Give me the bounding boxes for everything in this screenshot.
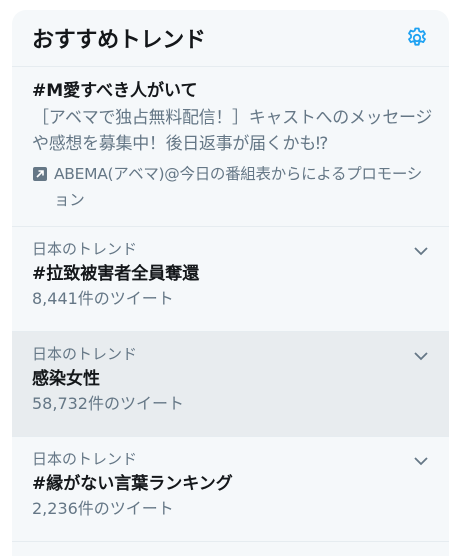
trend-item[interactable]: 日本のトレンド 感染女性 58,732件のツイート bbox=[12, 332, 449, 437]
promoted-trend-title[interactable]: #M愛すべき人がいて bbox=[32, 80, 435, 102]
trend-location: 日本のトレンド bbox=[32, 345, 138, 363]
promoted-icon bbox=[32, 166, 48, 182]
trend-item[interactable]: 日本のトレンド #縁がない言葉ランキング 2,236件のツイート bbox=[12, 437, 449, 542]
promoted-trend[interactable]: #M愛すべき人がいて ［アベマで独占無料配信！］キャストへのメッセージや感想を募… bbox=[12, 67, 449, 227]
trend-tweet-count: 2,236件のツイート bbox=[32, 499, 174, 518]
gear-icon[interactable] bbox=[404, 25, 430, 51]
trends-panel: おすすめトレンド #M愛すべき人がいて ［アベマで独占無料配信！］キャストへのメ… bbox=[12, 10, 449, 556]
trend-tweet-count: 8,441件のツイート bbox=[32, 289, 174, 308]
trends-header: おすすめトレンド bbox=[12, 10, 449, 67]
trend-location: 日本のトレンド bbox=[32, 240, 138, 258]
promoted-trend-description: ［アベマで独占無料配信！］キャストへのメッセージや感想を募集中！後日返事が届くか… bbox=[32, 108, 433, 154]
trend-tweet-count: 58,732件のツイート bbox=[32, 394, 184, 413]
trend-name[interactable]: #拉致被害者全員奪還 bbox=[32, 262, 429, 286]
chevron-down-icon[interactable] bbox=[411, 241, 431, 261]
promoted-by-text: ABEMA(アベマ)@今日の番組表からによるプロモーション bbox=[54, 165, 422, 209]
trend-name[interactable]: 感染女性 bbox=[32, 367, 429, 391]
trends-title: おすすめトレンド bbox=[32, 28, 206, 53]
trend-name[interactable]: #縁がない言葉ランキング bbox=[32, 472, 429, 496]
trend-item[interactable]: 日本のトレンド #拉致被害者全員奪還 8,441件のツイート bbox=[12, 227, 449, 332]
chevron-down-icon[interactable] bbox=[411, 451, 431, 471]
chevron-down-icon[interactable] bbox=[411, 346, 431, 366]
trend-location: 日本のトレンド bbox=[32, 450, 138, 468]
promoted-by: ABEMA(アベマ)@今日の番組表からによるプロモーション bbox=[32, 161, 435, 213]
